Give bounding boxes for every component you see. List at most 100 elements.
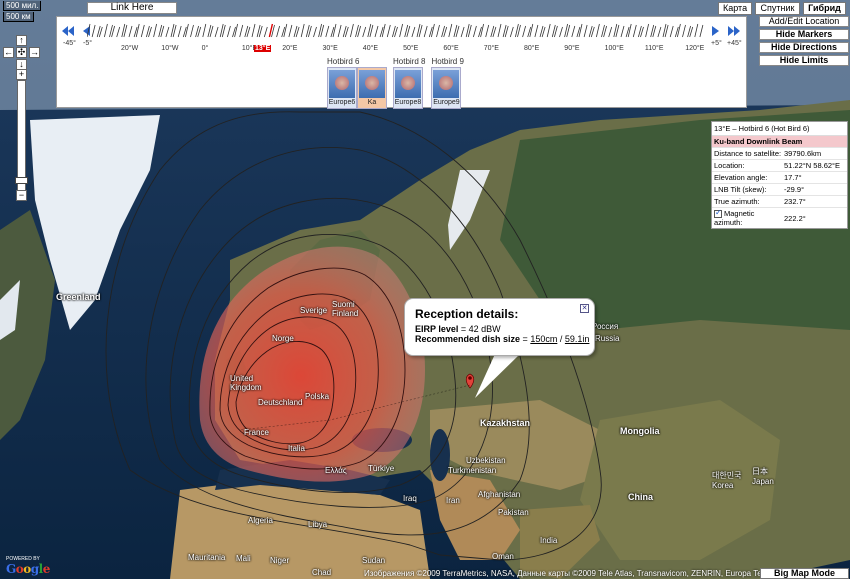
- scroll-right-far-button[interactable]: [727, 25, 743, 39]
- beam-thumbnail: [329, 70, 355, 98]
- label-polska: Polska: [305, 392, 330, 401]
- link-here-button[interactable]: Link Here: [87, 2, 177, 14]
- degree-label: 90°E: [564, 45, 580, 52]
- pan-left-button[interactable]: ←: [3, 47, 14, 58]
- google-wordmark: Google: [6, 562, 50, 576]
- info-key: Elevation angle:: [714, 173, 768, 182]
- beam-ka[interactable]: Ka: [357, 67, 387, 109]
- beam-europe9[interactable]: Europe9: [431, 67, 462, 109]
- satellite-tick: [116, 26, 121, 38]
- reception-info-panel: 13°E – Hotbird 6 (Hot Bird 6) Ku-band Do…: [711, 121, 848, 230]
- big-map-mode-button[interactable]: Big Map Mode: [760, 568, 849, 579]
- satellite-tick: [627, 23, 632, 38]
- satellite-tick: [460, 26, 465, 38]
- label-france: France: [244, 428, 269, 437]
- zoom-in-button[interactable]: +: [16, 69, 27, 80]
- satellite-name: Hotbird 8: [393, 57, 426, 66]
- zoom-out-button[interactable]: −: [16, 190, 27, 201]
- label-kazakhstan: Kazakhstan: [480, 418, 531, 428]
- label-india: India: [540, 536, 558, 545]
- beam-label: Europe8: [394, 99, 422, 106]
- satellite-tick: [234, 23, 238, 38]
- satellite-tick: [104, 23, 108, 38]
- hide-markers-button[interactable]: Hide Markers: [759, 29, 849, 40]
- satellite-ticks[interactable]: [87, 21, 707, 39]
- map-type-hybrid[interactable]: Гибрид: [803, 2, 846, 15]
- label-pakistan: Pakistan: [498, 508, 529, 517]
- satellite-tick: [473, 25, 477, 38]
- map-type-satellite[interactable]: Спутник: [755, 2, 800, 15]
- beam-label: Europe9: [433, 99, 460, 106]
- satellite-tick: [522, 25, 526, 38]
- satellite-tick: [497, 23, 502, 38]
- beam-europe6[interactable]: Europe6: [327, 67, 357, 109]
- info-title: 13°E – Hotbird 6 (Hot Bird 6): [712, 122, 847, 136]
- satellite-tick: [128, 25, 133, 38]
- satellite-selector-panel: -45° -5° 20°W 10°W 0° 10°E 20°E 30°E 40°E 50°E 6…: [56, 16, 747, 109]
- info-row-true-azimuth: True azimuth: 232.7°: [712, 195, 847, 207]
- label-niger: Niger: [270, 556, 290, 565]
- satellite-tick: [91, 24, 96, 38]
- satellite-tick: [423, 25, 428, 38]
- satellite-tick: [337, 24, 342, 38]
- pan-up-button[interactable]: ↑: [16, 35, 27, 46]
- map-scale: 500 мил. 500 км: [0, 0, 60, 22]
- satellite-hotbird-9: Hotbird 9 Europe9: [431, 57, 464, 109]
- beam-europe8[interactable]: Europe8: [393, 67, 423, 109]
- label-chad: Chad: [312, 568, 332, 577]
- label-uzbekistan: Uzbekistan: [466, 456, 506, 465]
- range-right: +5°: [711, 40, 722, 47]
- degree-label: 50°E: [403, 45, 419, 52]
- popup-title: Reception details:: [415, 307, 519, 321]
- info-row-lnb-tilt: LNB Tilt (skew): -29.9°: [712, 183, 847, 195]
- satellite-tick: [485, 24, 490, 38]
- satellite-tick: [559, 26, 563, 38]
- magnetic-azimuth-checkbox[interactable]: [714, 208, 722, 219]
- pan-right-button[interactable]: →: [29, 47, 40, 58]
- degree-label: 10°W: [161, 45, 179, 52]
- info-value: 17.7°: [784, 173, 802, 182]
- map-type-switcher: Карта Спутник Гибрид: [718, 2, 846, 15]
- dish-equals: =: [522, 334, 528, 344]
- satellite-tick: [677, 23, 681, 38]
- eirp-line: EIRP level = 42 dBW: [415, 324, 501, 334]
- beam-thumbnail: [433, 70, 460, 98]
- hide-directions-button[interactable]: Hide Directions: [759, 42, 849, 53]
- label-japan: 日本 Japan: [752, 467, 774, 486]
- satellite-tick: [436, 24, 440, 38]
- info-key-with-checkbox: Magnetic azimuth:: [714, 208, 784, 227]
- satellite-tick: [140, 24, 145, 38]
- close-icon[interactable]: ✕: [580, 304, 589, 313]
- satellite-tick: [165, 26, 170, 38]
- satellite-tick: [529, 23, 534, 38]
- google-logo[interactable]: POWERED BY Google: [6, 556, 50, 576]
- satellite-tick: [313, 26, 317, 38]
- satellite-tick: [185, 23, 189, 38]
- zoom-slider-handle[interactable]: [15, 177, 28, 184]
- dish-separator: /: [559, 334, 563, 344]
- map-type-map[interactable]: Карта: [718, 2, 752, 15]
- hide-limits-button[interactable]: Hide Limits: [759, 55, 849, 66]
- degree-label: 60°E: [443, 45, 459, 52]
- satellite-tick: [682, 24, 686, 38]
- degree-label: 0°: [201, 45, 209, 52]
- degree-label: 100°E: [604, 45, 624, 52]
- info-value: 39790.6km: [784, 149, 822, 158]
- info-row-distance: Distance to satellite: 39790.6km: [712, 147, 847, 159]
- satellite-tick: [153, 23, 157, 38]
- label-algeria: Algeria: [248, 516, 273, 525]
- satellite-tick: [596, 23, 600, 38]
- dish-size-line: Recommended dish size = 150cm / 59.1in: [415, 334, 589, 344]
- map-copyright: Изображения ©2009 TerraMetrics, NASA, Да…: [364, 569, 800, 578]
- add-edit-location-button[interactable]: Add/Edit Location: [759, 16, 849, 27]
- beam-thumbnail: [395, 70, 421, 98]
- satellite-tick: [87, 23, 91, 38]
- satellite-tick: [386, 24, 391, 38]
- beam-label: Europe6: [328, 99, 356, 106]
- label-turkiye: Türkiye: [368, 464, 395, 473]
- label-china: China: [628, 492, 654, 502]
- pan-reset-button[interactable]: ✣: [16, 47, 27, 58]
- current-position-badge: 13°E: [253, 45, 272, 52]
- scroll-right-button[interactable]: [709, 25, 725, 39]
- scroll-left-far-button[interactable]: [61, 25, 77, 39]
